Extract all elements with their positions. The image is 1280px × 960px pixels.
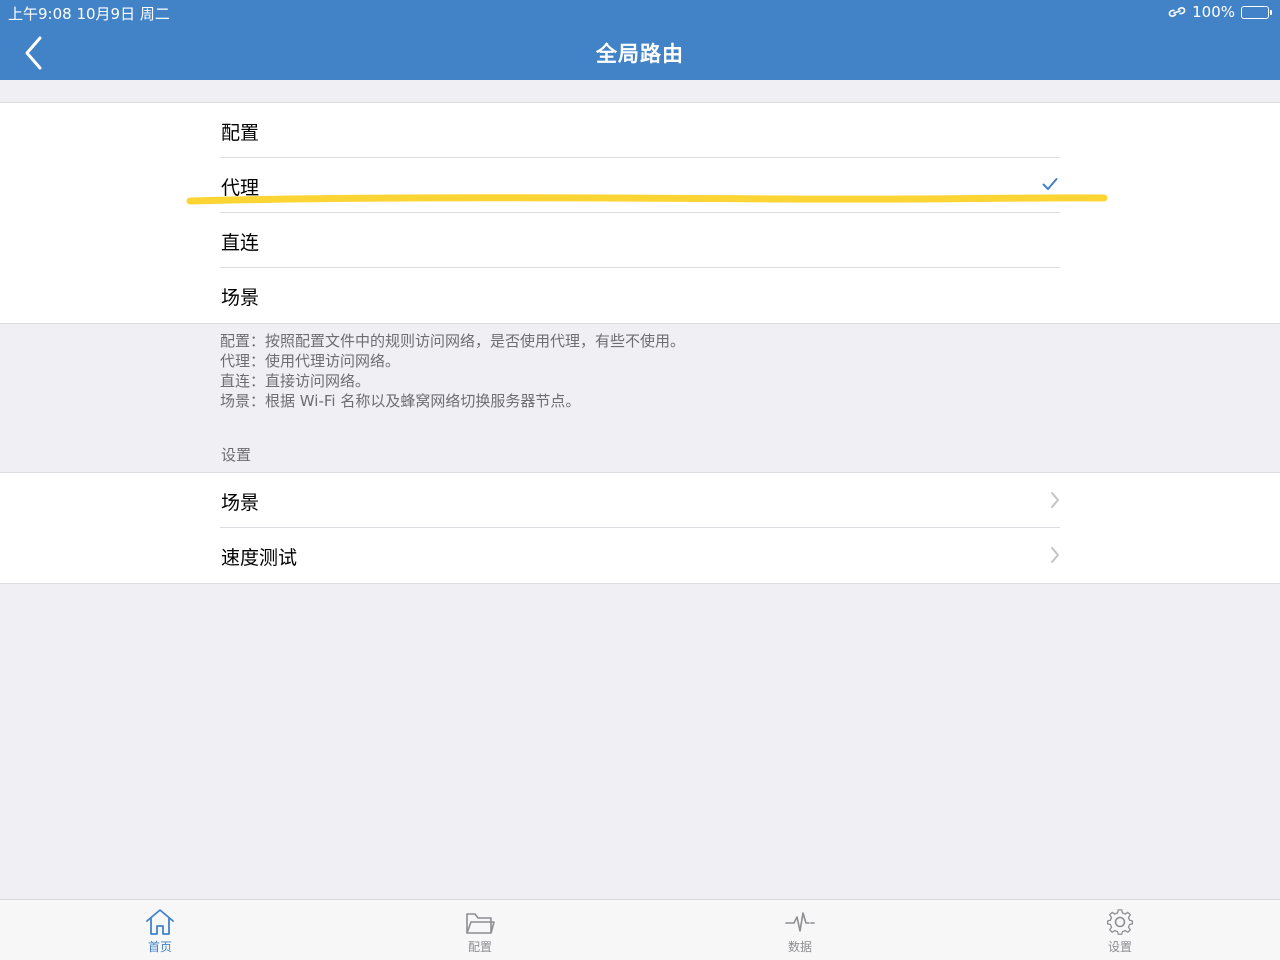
tab-label: 首页 — [147, 940, 172, 954]
mode-description: 配置：按照配置文件中的规则访问网络，是否使用代理，有些不使用。 代理：使用代理访… — [220, 331, 685, 411]
link-icon — [1168, 7, 1186, 17]
tab-label: 设置 — [1107, 940, 1132, 954]
tab-config[interactable]: 配置 — [440, 900, 520, 960]
description-line: 配置：按照配置文件中的规则访问网络，是否使用代理，有些不使用。 — [220, 332, 686, 350]
option-row-direct[interactable]: 直连 — [220, 213, 1060, 268]
option-label: 场景 — [221, 287, 260, 309]
option-row-config[interactable]: 配置 — [220, 103, 1060, 158]
battery-icon — [1241, 5, 1272, 19]
option-label: 代理 — [221, 177, 260, 199]
route-mode-list: 配置 代理 直连 场景 — [0, 102, 1280, 324]
description-line: 直连：直接访问网络。 — [220, 372, 371, 390]
settings-item-speed-test[interactable]: 速度测试 — [220, 528, 1060, 583]
battery-percent: 100% — [1192, 3, 1235, 21]
tab-data[interactable]: 数据 — [760, 900, 840, 960]
settings-list: 场景 速度测试 — [0, 472, 1280, 584]
tab-bar: 首页 配置 数据 设置 — [0, 899, 1280, 960]
option-label: 配置 — [221, 122, 260, 144]
page-title: 全局路由 — [596, 42, 684, 66]
status-right-group: 100% — [1168, 3, 1272, 21]
tab-settings[interactable]: 设置 — [1080, 900, 1160, 960]
folder-icon — [466, 913, 495, 934]
status-time-date: 上午9:08 10月9日 周二 — [8, 5, 170, 23]
pulse-icon — [785, 912, 815, 932]
settings-section-header: 设置 — [221, 446, 252, 464]
tab-label: 配置 — [467, 940, 492, 954]
description-line: 场景：根据 Wi-Fi 名称以及蜂窝网络切换服务器节点。 — [220, 392, 581, 410]
chevron-right-icon — [1051, 547, 1059, 563]
home-icon — [146, 909, 174, 935]
option-label: 直连 — [221, 232, 260, 254]
settings-item-label: 场景 — [221, 492, 260, 514]
settings-item-scene[interactable]: 场景 — [220, 473, 1060, 528]
option-row-proxy[interactable]: 代理 — [220, 158, 1060, 213]
option-row-scene[interactable]: 场景 — [220, 268, 1060, 323]
settings-item-label: 速度测试 — [221, 547, 298, 569]
checkmark-icon — [1042, 178, 1058, 190]
gear-icon — [1106, 909, 1134, 935]
tab-home[interactable]: 首页 — [120, 900, 200, 960]
navigation-header: 上午9:08 10月9日 周二 100% 全局路由 — [0, 0, 1280, 80]
description-line: 代理：使用代理访问网络。 — [220, 352, 401, 370]
tab-label: 数据 — [787, 940, 812, 954]
chevron-right-icon — [1051, 492, 1059, 508]
